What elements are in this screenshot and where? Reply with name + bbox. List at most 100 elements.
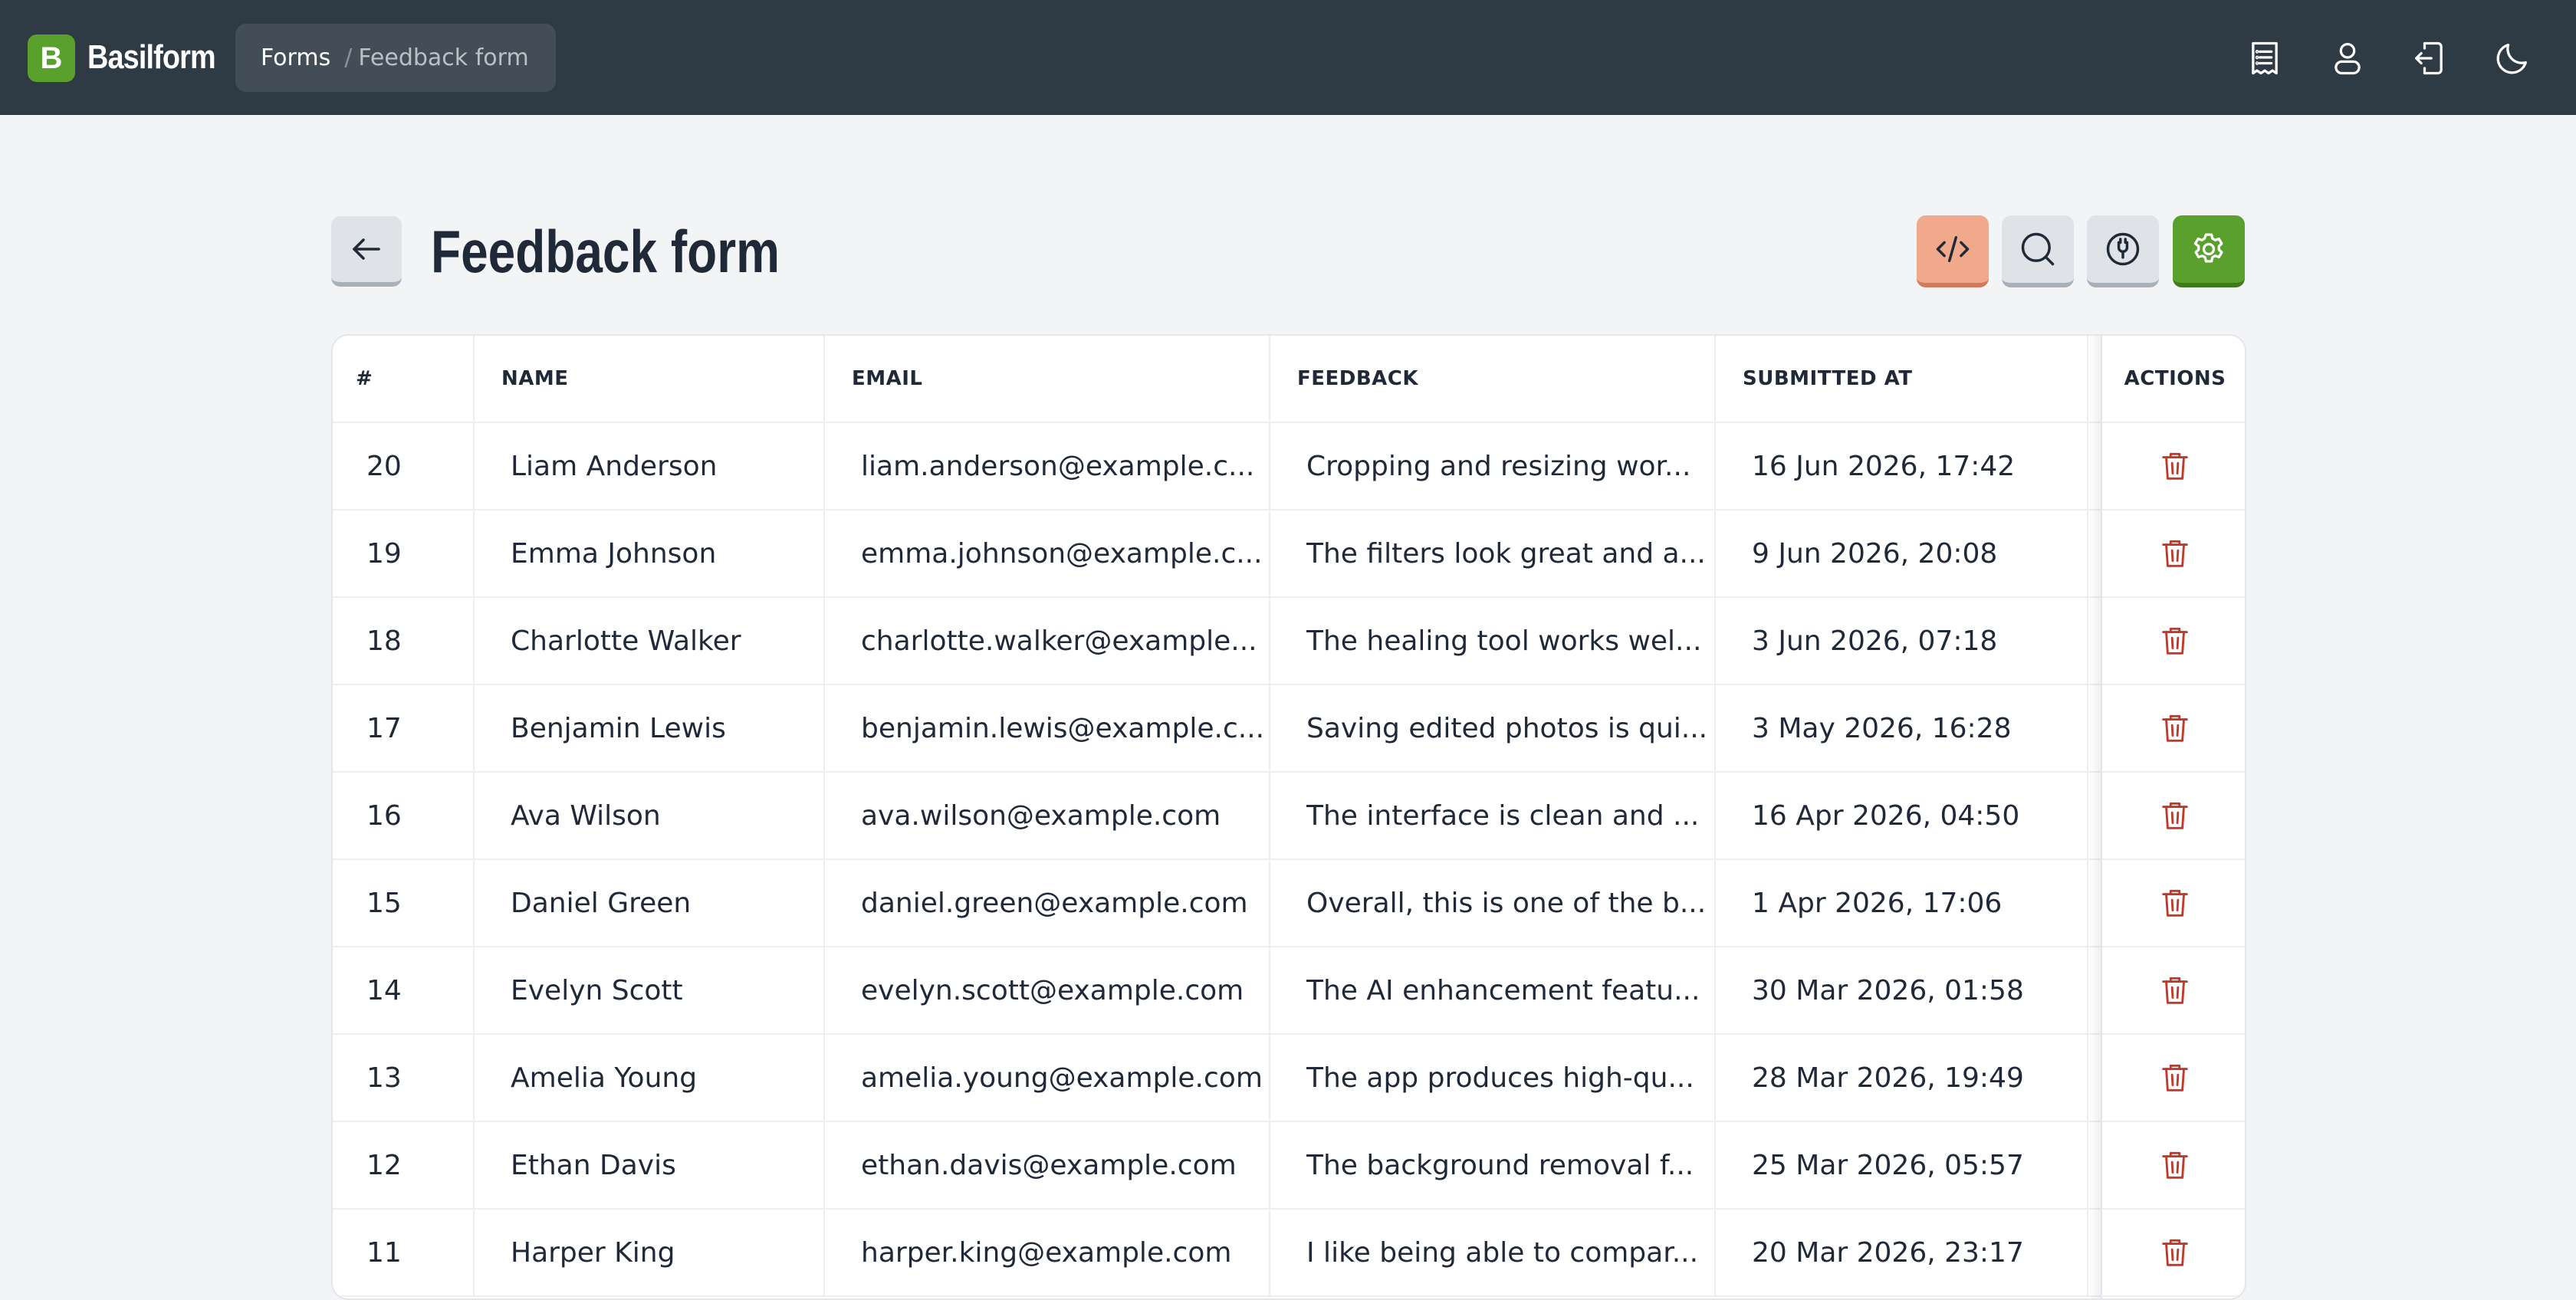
delete-submission-button[interactable] bbox=[2154, 881, 2196, 924]
column-header-name[interactable]: NAME bbox=[475, 336, 825, 422]
submissions-list-icon bbox=[2252, 41, 2278, 75]
table-row[interactable]: 13 Amelia Young amelia.young@example.com Th… bbox=[333, 1035, 2245, 1122]
row-email-cell: daniel.green@example.com bbox=[825, 860, 1270, 946]
row-feedback-cell-text: Cropping and resizing wor... bbox=[1306, 450, 1691, 482]
trash-icon bbox=[2162, 889, 2188, 917]
delete-submission-button[interactable] bbox=[2154, 1144, 2196, 1187]
row-name-cell-text: Ethan Davis bbox=[511, 1149, 676, 1181]
row-id-cell: 14 bbox=[333, 947, 475, 1033]
delete-submission-button[interactable] bbox=[2154, 794, 2196, 837]
row-email-cell: benjamin.lewis@example.c... bbox=[825, 685, 1270, 771]
row-email-cell: liam.anderson@example.c... bbox=[825, 423, 1270, 509]
column-header-submitted-at[interactable]: SUBMITTED AT bbox=[1716, 336, 2088, 422]
row-id-cell-text: 12 bbox=[366, 1149, 402, 1181]
user-profile-button[interactable] bbox=[2324, 34, 2371, 82]
row-name-cell-text: Amelia Young bbox=[511, 1062, 698, 1094]
settings-gear-icon bbox=[2193, 233, 2223, 263]
embed-code-icon bbox=[1936, 236, 1970, 262]
row-id-cell: 13 bbox=[333, 1035, 475, 1121]
row-name-cell-text: Emma Johnson bbox=[511, 537, 717, 570]
row-submitted-at-cell-text: 20 Mar 2026, 23:17 bbox=[1752, 1236, 2024, 1269]
table-row[interactable]: 11 Harper King harper.king@example.com I li… bbox=[333, 1210, 2245, 1297]
row-email-cell: ava.wilson@example.com bbox=[825, 773, 1270, 858]
row-name-cell: Harper King bbox=[475, 1210, 825, 1295]
row-submitted-at-cell: 28 Mar 2026, 19:49 bbox=[1716, 1035, 2088, 1121]
row-submitted-at-cell-text: 9 Jun 2026, 20:08 bbox=[1752, 537, 1998, 570]
row-submitted-at-cell: 1 Apr 2026, 17:06 bbox=[1716, 860, 2088, 946]
trash-icon bbox=[2162, 1151, 2188, 1179]
row-submitted-at-cell: 30 Mar 2026, 01:58 bbox=[1716, 947, 2088, 1033]
embed-code-button[interactable] bbox=[1917, 215, 1989, 287]
row-feedback-cell: The interface is clean and ... bbox=[1270, 773, 1716, 858]
row-submitted-at-cell: 3 Jun 2026, 07:18 bbox=[1716, 598, 2088, 684]
row-feedback-cell-text: The background removal f... bbox=[1306, 1149, 1694, 1181]
column-header-feedback[interactable]: FEEDBACK bbox=[1270, 336, 1716, 422]
delete-submission-button[interactable] bbox=[2154, 619, 2196, 662]
delete-submission-button[interactable] bbox=[2154, 1056, 2196, 1099]
table-row[interactable]: 20 Liam Anderson liam.anderson@example.c..… bbox=[333, 423, 2245, 510]
row-feedback-cell: Saving edited photos is qui... bbox=[1270, 685, 1716, 771]
row-name-cell-text: Evelyn Scott bbox=[511, 974, 683, 1006]
table-row[interactable]: 15 Daniel Green daniel.green@example.com Ov… bbox=[333, 860, 2245, 947]
row-submitted-at-cell: 3 May 2026, 16:28 bbox=[1716, 685, 2088, 771]
row-feedback-cell-text: I like being able to compar... bbox=[1306, 1236, 1699, 1269]
row-email-cell: emma.johnson@example.c... bbox=[825, 510, 1270, 596]
row-submitted-at-cell: 16 Apr 2026, 04:50 bbox=[1716, 773, 2088, 858]
delete-submission-button[interactable] bbox=[2154, 445, 2196, 488]
table-row[interactable]: 16 Ava Wilson ava.wilson@example.com The in… bbox=[333, 773, 2245, 860]
row-feedback-cell-text: Overall, this is one of the b... bbox=[1306, 887, 1707, 919]
column-header-id[interactable]: # bbox=[333, 336, 475, 422]
row-submitted-at-cell: 16 Jun 2026, 17:42 bbox=[1716, 423, 2088, 509]
row-submitted-at-cell-text: 1 Apr 2026, 17:06 bbox=[1752, 887, 2003, 919]
row-id-cell: 17 bbox=[333, 685, 475, 771]
row-name-cell: Ava Wilson bbox=[475, 773, 825, 858]
search-button[interactable] bbox=[2002, 215, 2074, 287]
row-actions-cell bbox=[2102, 598, 2245, 684]
row-feedback-cell-text: The AI enhancement featu... bbox=[1306, 974, 1700, 1006]
row-submitted-at-cell-text: 30 Mar 2026, 01:58 bbox=[1752, 974, 2024, 1006]
row-feedback-cell-text: The filters look great and a... bbox=[1306, 537, 1706, 570]
breadcrumb: Forms / Feedback form bbox=[235, 24, 556, 92]
row-email-cell-text: ava.wilson@example.com bbox=[861, 799, 1221, 832]
row-id-cell: 16 bbox=[333, 773, 475, 858]
row-submitted-at-cell-text: 3 May 2026, 16:28 bbox=[1752, 712, 2012, 744]
delete-submission-button[interactable] bbox=[2154, 969, 2196, 1012]
row-feedback-cell-text: The healing tool works wel... bbox=[1306, 625, 1702, 657]
settings-button[interactable] bbox=[2173, 215, 2245, 287]
trash-icon bbox=[2162, 1064, 2188, 1092]
table-row[interactable]: 17 Benjamin Lewis benjamin.lewis@example.c… bbox=[333, 685, 2245, 773]
table-row[interactable]: 19 Emma Johnson emma.johnson@example.c... T… bbox=[333, 510, 2245, 598]
row-name-cell: Charlotte Walker bbox=[475, 598, 825, 684]
row-feedback-cell: Cropping and resizing wor... bbox=[1270, 423, 1716, 509]
row-email-cell-text: evelyn.scott@example.com bbox=[861, 974, 1244, 1006]
row-email-cell: evelyn.scott@example.com bbox=[825, 947, 1270, 1033]
row-actions-cell bbox=[2102, 860, 2245, 946]
trash-icon bbox=[2162, 977, 2188, 1004]
column-header-email[interactable]: EMAIL bbox=[825, 336, 1270, 422]
arrow-left-icon bbox=[353, 238, 380, 260]
app-logo[interactable]: B bbox=[28, 34, 75, 82]
logout-button[interactable] bbox=[2406, 34, 2453, 82]
row-id-cell-text: 19 bbox=[366, 537, 402, 570]
delete-submission-button[interactable] bbox=[2154, 532, 2196, 575]
table-row[interactable]: 12 Ethan Davis ethan.davis@example.com The … bbox=[333, 1122, 2245, 1210]
row-feedback-cell-text: The interface is clean and ... bbox=[1306, 799, 1700, 832]
delete-submission-button[interactable] bbox=[2154, 707, 2196, 750]
page-title: Feedback form bbox=[431, 218, 780, 285]
app-name[interactable]: Basilform bbox=[87, 34, 216, 81]
breadcrumb-forms-link[interactable]: Forms bbox=[261, 44, 330, 71]
row-actions-cell bbox=[2102, 685, 2245, 771]
webhook-icon bbox=[2106, 232, 2140, 266]
row-name-cell-text: Harper King bbox=[511, 1236, 675, 1269]
row-id-cell: 15 bbox=[333, 860, 475, 946]
dark-mode-toggle[interactable] bbox=[2489, 34, 2536, 82]
webhook-button[interactable] bbox=[2087, 215, 2159, 287]
breadcrumb-separator: / bbox=[344, 44, 353, 71]
back-button[interactable] bbox=[331, 216, 402, 287]
row-id-cell-text: 11 bbox=[366, 1236, 402, 1269]
table-row[interactable]: 14 Evelyn Scott evelyn.scott@example.com Th… bbox=[333, 947, 2245, 1035]
table-row[interactable]: 18 Charlotte Walker charlotte.walker@examp… bbox=[333, 598, 2245, 685]
delete-submission-button[interactable] bbox=[2154, 1231, 2196, 1274]
submissions-list-button[interactable] bbox=[2241, 34, 2288, 82]
row-submitted-at-cell: 20 Mar 2026, 23:17 bbox=[1716, 1210, 2088, 1295]
